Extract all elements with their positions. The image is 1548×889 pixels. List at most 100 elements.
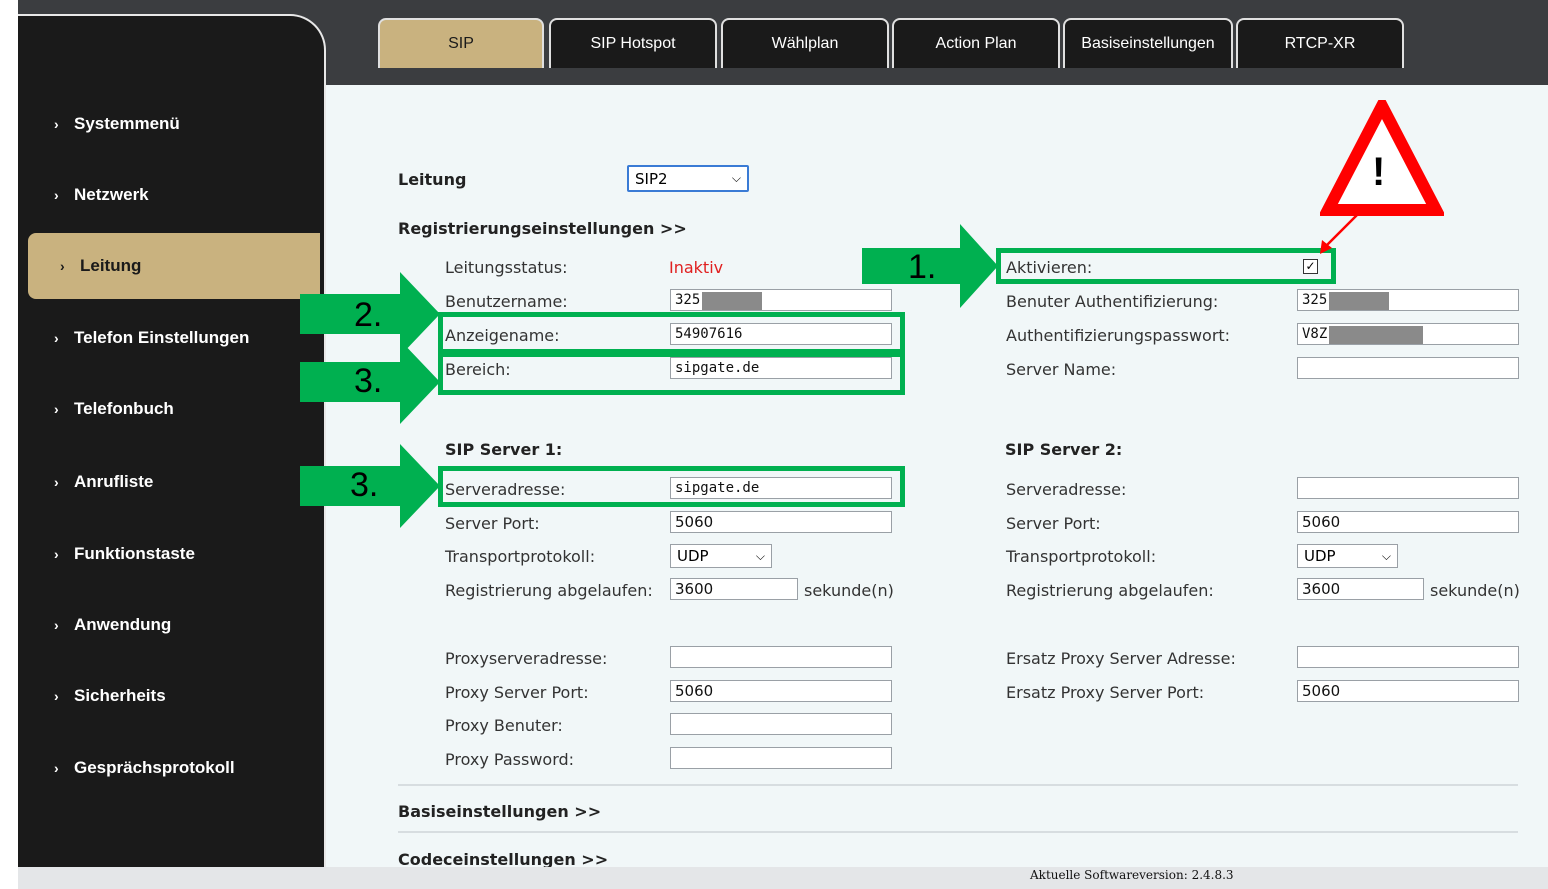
server1-transport-select[interactable]: UDP ⌵ <box>670 544 772 568</box>
step3b-number: 3. <box>350 466 379 504</box>
proxy-user-input[interactable] <box>670 713 892 735</box>
chevron-right-icon: › <box>54 187 59 203</box>
sidebar: › Systemmenü › Netzwerk › Leitung › Telefon … <box>18 14 326 867</box>
chevron-right-icon: › <box>54 688 59 704</box>
server2-expire-input[interactable]: 3600 <box>1297 578 1424 600</box>
auth-password-input[interactable]: V8Z <box>1297 323 1519 345</box>
username-label: Benutzername: <box>445 292 568 311</box>
chevron-right-icon: › <box>54 116 59 132</box>
sidebar-item-telefonbuch[interactable]: › Telefonbuch <box>18 379 318 439</box>
sidebar-item-leitung[interactable]: › Leitung <box>28 233 320 299</box>
step1-number: 1. <box>908 248 937 286</box>
line-status-value: Inaktiv <box>669 258 724 277</box>
server2-port-input[interactable]: 5060 <box>1297 511 1519 533</box>
chevron-right-icon: › <box>54 401 59 417</box>
backup-proxy-port-input[interactable]: 5060 <box>1297 680 1519 702</box>
auth-password-label: Authentifizierungspasswort: <box>1006 326 1231 345</box>
chevron-right-icon: › <box>60 258 65 274</box>
server1-port-input[interactable]: 5060 <box>670 511 892 533</box>
redacted-block <box>1329 326 1424 344</box>
chevron-right-icon: › <box>54 546 59 562</box>
sidebar-item-anrufliste[interactable]: › Anrufliste <box>18 452 318 512</box>
server1-transport-label: Transportprotokoll: <box>445 547 596 566</box>
username-value: 325 <box>675 292 701 308</box>
tab-action-plan[interactable]: Action Plan <box>892 18 1060 68</box>
auth-user-input[interactable]: 325 <box>1297 289 1519 311</box>
username-input[interactable]: 325 <box>670 289 892 311</box>
proxy-address-label: Proxyserveradresse: <box>445 649 608 668</box>
sidebar-item-netzwerk[interactable]: › Netzwerk <box>18 165 318 225</box>
divider <box>398 831 1518 833</box>
registration-header[interactable]: Registrierungseinstellungen >> <box>398 219 687 238</box>
sidebar-item-label: Sicherheits <box>74 686 166 705</box>
divider <box>398 784 1518 786</box>
line-status-label: Leitungsstatus: <box>445 258 568 277</box>
sidebar-item-label: Leitung <box>80 256 142 275</box>
sidebar-item-label: Systemmenü <box>74 114 180 133</box>
sidebar-item-anwendung[interactable]: › Anwendung <box>18 595 318 655</box>
server2-address-label: Serveradresse: <box>1006 480 1127 499</box>
sidebar-item-label: Funktionstaste <box>74 544 195 563</box>
auth-password-value: V8Z <box>1302 326 1328 342</box>
sidebar-item-funktionstaste[interactable]: › Funktionstaste <box>18 524 318 584</box>
line-select[interactable]: SIP2 ⌵ <box>627 165 749 192</box>
backup-proxy-port-label: Ersatz Proxy Server Port: <box>1006 683 1205 702</box>
chevron-right-icon: › <box>54 330 59 346</box>
footer: Aktuelle Softwareversion: 2.4.8.3 <box>18 867 1548 889</box>
sidebar-item-label: Anwendung <box>74 615 172 634</box>
tab-sip-hotspot[interactable]: SIP Hotspot <box>549 18 717 68</box>
sidebar-item-label: Gesprächsprotokoll <box>74 758 235 777</box>
sidebar-item-systemmenu[interactable]: › Systemmenü <box>18 94 318 154</box>
chevron-right-icon: › <box>54 760 59 776</box>
sidebar-item-sicherheits[interactable]: › Sicherheits <box>18 666 318 726</box>
proxy-user-label: Proxy Benuter: <box>445 716 563 735</box>
proxy-port-label: Proxy Server Port: <box>445 683 589 702</box>
proxy-password-input[interactable] <box>670 747 892 769</box>
sidebar-item-label: Anrufliste <box>74 472 154 491</box>
server2-unit: sekunde(n) <box>1430 581 1520 600</box>
sip-server2-title: SIP Server 2: <box>1005 440 1123 459</box>
server2-expire-label: Registrierung abgelaufen: <box>1006 581 1214 600</box>
server2-address-input[interactable] <box>1297 477 1519 499</box>
line-label: Leitung <box>398 170 467 189</box>
tab-sip[interactable]: SIP <box>378 18 544 68</box>
warning-exclamation: ! <box>1372 150 1386 194</box>
server2-port-label: Server Port: <box>1006 514 1101 533</box>
server1-transport-value: UDP <box>677 547 709 565</box>
sidebar-item-label: Netzwerk <box>74 185 149 204</box>
sidebar-item-telefon-einstellungen[interactable]: › Telefon Einstellungen <box>18 308 318 368</box>
server1-port-label: Server Port: <box>445 514 540 533</box>
step1-highlight-box <box>996 248 1336 284</box>
proxy-password-label: Proxy Password: <box>445 750 575 769</box>
sip-server1-title: SIP Server 1: <box>445 440 563 459</box>
auth-user-label: Benuter Authentifizierung: <box>1006 292 1219 311</box>
server1-expire-label: Registrierung abgelaufen: <box>445 581 653 600</box>
line-select-value: SIP2 <box>635 169 668 188</box>
server-name-label: Server Name: <box>1006 360 1117 379</box>
tab-waehlplan[interactable]: Wählplan <box>721 18 889 68</box>
tab-basiseinstellungen[interactable]: Basiseinstellungen <box>1063 18 1233 68</box>
chevron-down-icon: ⌵ <box>1381 548 1391 563</box>
server1-unit: sekunde(n) <box>804 581 894 600</box>
sidebar-item-label: Telefon Einstellungen <box>74 328 250 347</box>
sidebar-item-label: Telefonbuch <box>74 399 174 418</box>
server1-expire-input[interactable]: 3600 <box>670 578 798 600</box>
sidebar-item-gespraechsprotokoll[interactable]: › Gesprächsprotokoll <box>18 738 318 798</box>
backup-proxy-address-input[interactable] <box>1297 646 1519 668</box>
redacted-block <box>702 292 763 310</box>
server2-transport-select[interactable]: UDP ⌵ <box>1297 544 1398 568</box>
server2-transport-label: Transportprotokoll: <box>1006 547 1157 566</box>
server-name-input[interactable] <box>1297 357 1519 379</box>
step3-number: 3. <box>354 362 383 400</box>
software-version: Aktuelle Softwareversion: 2.4.8.3 <box>1030 868 1234 882</box>
backup-proxy-address-label: Ersatz Proxy Server Adresse: <box>1006 649 1236 668</box>
basic-settings-link[interactable]: Basiseinstellungen >> <box>398 802 601 821</box>
proxy-address-input[interactable] <box>670 646 892 668</box>
step2-number: 2. <box>354 296 383 334</box>
server2-transport-value: UDP <box>1304 547 1336 565</box>
chevron-right-icon: › <box>54 617 59 633</box>
tab-rtcp-xr[interactable]: RTCP-XR <box>1236 18 1404 68</box>
proxy-port-input[interactable]: 5060 <box>670 680 892 702</box>
step2-highlight-box <box>438 312 905 354</box>
chevron-down-icon: ⌵ <box>755 548 765 563</box>
